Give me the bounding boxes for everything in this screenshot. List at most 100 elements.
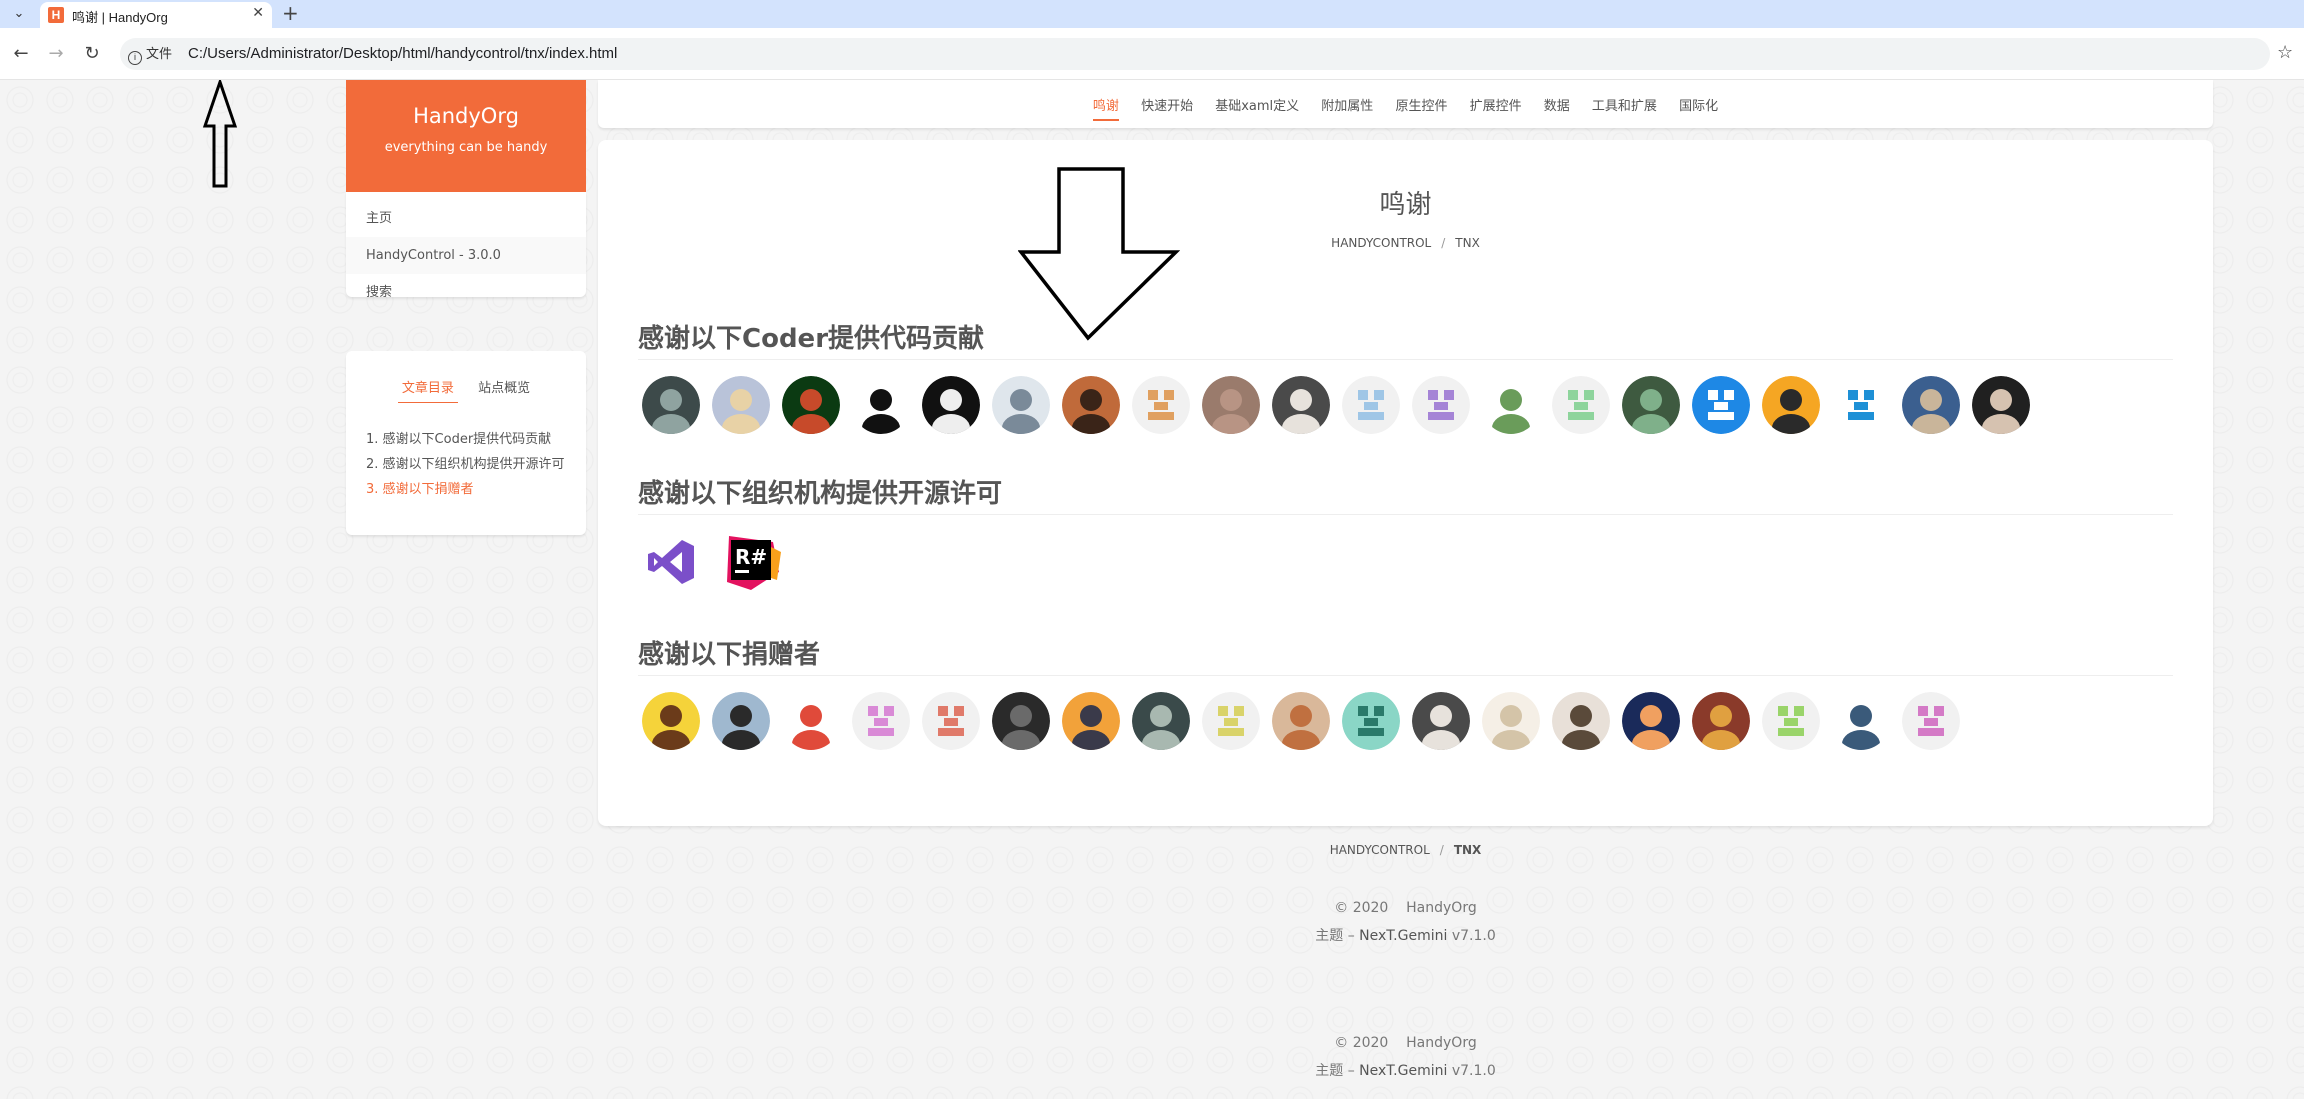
user-avatar[interactable] xyxy=(1272,692,1330,750)
address-bar[interactable]: i 文件 C:/Users/Administrator/Desktop/html/… xyxy=(120,38,2270,70)
breadcrumb: HANDYCONTROL / TNX xyxy=(598,236,2213,250)
brand-subtitle: everything can be handy xyxy=(384,140,548,155)
user-avatar[interactable] xyxy=(1902,692,1960,750)
theme-link[interactable]: NexT.Gemini xyxy=(1359,1063,1447,1079)
bookmark-star-icon[interactable]: ☆ xyxy=(2277,42,2293,63)
browser-toolbar: ← → ↻ i 文件 C:/Users/Administrator/Desktop… xyxy=(0,28,2304,80)
user-avatar[interactable] xyxy=(1832,692,1890,750)
resharper-logo-icon[interactable]: R# xyxy=(721,532,782,592)
user-avatar[interactable] xyxy=(1412,376,1470,434)
user-avatar[interactable] xyxy=(852,692,910,750)
user-avatar[interactable] xyxy=(642,376,700,434)
toc-list: 1. 感谢以下Coder提供代码贡献 2. 感谢以下组织机构提供开源许可 3. … xyxy=(366,427,571,502)
post-content: 鸣谢 HANDYCONTROL / TNX 感谢以下Coder提供代码贡献 感谢以下… xyxy=(598,140,2213,826)
user-avatar[interactable] xyxy=(1202,376,1260,434)
user-avatar[interactable] xyxy=(1342,692,1400,750)
theme-version: v7.1.0 xyxy=(1451,928,1496,944)
user-avatar[interactable] xyxy=(1902,376,1960,434)
user-avatar[interactable] xyxy=(1622,692,1680,750)
menu-item-home[interactable]: 主页 xyxy=(346,200,586,237)
theme-link[interactable]: NexT.Gemini xyxy=(1359,928,1447,944)
user-avatar[interactable] xyxy=(1482,376,1540,434)
brand-title: HandyOrg xyxy=(413,104,519,128)
nav-item-xaml[interactable]: 基础xaml定义 xyxy=(1215,95,1299,119)
user-avatar[interactable] xyxy=(1482,692,1540,750)
menu-item-search[interactable]: 搜索 xyxy=(346,274,586,311)
nav-item-extend[interactable]: 扩展控件 xyxy=(1470,95,1522,119)
copyright-year: © 2020 xyxy=(1334,900,1389,916)
tab-toc[interactable]: 文章目录 xyxy=(397,377,458,403)
site-info-chip[interactable]: i 文件 xyxy=(128,44,172,65)
user-avatar[interactable] xyxy=(1132,376,1190,434)
user-avatar[interactable] xyxy=(1062,692,1120,750)
nav-item-native[interactable]: 原生控件 xyxy=(1395,95,1447,119)
top-nav: 鸣谢 快速开始 基础xaml定义 附加属性 原生控件 扩展控件 数据 工具和扩展… xyxy=(598,80,2213,128)
user-avatar[interactable] xyxy=(1552,376,1610,434)
user-avatar[interactable] xyxy=(1342,376,1400,434)
theme-prefix: 主题 – xyxy=(1315,928,1355,944)
nav-item-tnx[interactable]: 鸣谢 xyxy=(1092,95,1119,121)
nav-item-i18n[interactable]: 国际化 xyxy=(1679,95,1718,119)
user-avatar[interactable] xyxy=(1762,692,1820,750)
tab-search-icon[interactable]: ⌄ xyxy=(8,4,30,24)
toc-item[interactable]: 1. 感谢以下Coder提供代码贡献 xyxy=(366,427,571,452)
section-heading-coders: 感谢以下Coder提供代码贡献 xyxy=(638,318,2173,360)
toc-panel: 文章目录 站点概览 1. 感谢以下Coder提供代码贡献 2. 感谢以下组织机构… xyxy=(346,351,586,535)
toc-item[interactable]: 2. 感谢以下组织机构提供开源许可 xyxy=(366,452,571,477)
user-avatar[interactable] xyxy=(1062,376,1120,434)
section-heading-orgs: 感谢以下组织机构提供开源许可 xyxy=(638,473,2173,515)
new-tab-icon[interactable]: + xyxy=(282,2,299,24)
user-avatar[interactable] xyxy=(852,376,910,434)
nav-item-quickstart[interactable]: 快速开始 xyxy=(1141,95,1193,119)
user-avatar[interactable] xyxy=(1692,376,1750,434)
user-avatar[interactable] xyxy=(1972,376,2030,434)
user-avatar[interactable] xyxy=(992,692,1050,750)
tab-overview[interactable]: 站点概览 xyxy=(474,377,534,402)
user-avatar[interactable] xyxy=(922,376,980,434)
user-avatar[interactable] xyxy=(712,376,770,434)
user-avatar[interactable] xyxy=(1412,692,1470,750)
user-avatar[interactable] xyxy=(992,376,1050,434)
visual-studio-logo-icon[interactable] xyxy=(642,532,700,592)
user-avatar[interactable] xyxy=(712,692,770,750)
breadcrumb-item[interactable]: HANDYCONTROL xyxy=(1331,236,1431,250)
back-icon[interactable]: ← xyxy=(9,42,33,66)
footer-breadcrumb: HANDYCONTROL / TNX xyxy=(598,843,2213,857)
nav-item-attached[interactable]: 附加属性 xyxy=(1321,95,1373,119)
breadcrumb-item[interactable]: HANDYCONTROL xyxy=(1330,843,1430,857)
tab-title: 鸣谢 | HandyOrg xyxy=(72,10,168,25)
breadcrumb-item: TNX xyxy=(1453,843,1482,857)
user-avatar[interactable] xyxy=(1552,692,1610,750)
nav-item-data[interactable]: 数据 xyxy=(1544,95,1570,119)
user-avatar[interactable] xyxy=(1832,376,1890,434)
menu-item-version[interactable]: HandyControl - 3.0.0 xyxy=(346,237,586,274)
arrow-up-annotation xyxy=(202,80,238,188)
user-avatar[interactable] xyxy=(782,376,840,434)
url-text[interactable]: C:/Users/Administrator/Desktop/html/hand… xyxy=(188,44,617,64)
browser-tab[interactable]: H 鸣谢 | HandyOrg ✕ xyxy=(40,2,272,28)
org-logos: R# xyxy=(642,532,795,590)
user-avatar[interactable] xyxy=(1202,692,1260,750)
resharper-logo-text: R# xyxy=(735,545,767,569)
footer-copyright: © 2020 HandyOrg 主题 – NexT.Gemini v7.1.0 xyxy=(598,894,2213,950)
user-avatar[interactable] xyxy=(1692,692,1750,750)
user-avatar[interactable] xyxy=(1622,376,1680,434)
favicon-icon: H xyxy=(48,7,64,23)
toc-item[interactable]: 3. 感谢以下捐赠者 xyxy=(366,477,571,502)
donor-avatars xyxy=(642,692,1972,750)
reload-icon[interactable]: ↻ xyxy=(80,42,104,66)
user-avatar[interactable] xyxy=(1272,376,1330,434)
page-title: 鸣谢 xyxy=(1379,190,1432,220)
toc-tabs: 文章目录 站点概览 xyxy=(346,377,586,403)
user-avatar[interactable] xyxy=(1762,376,1820,434)
forward-icon[interactable]: → xyxy=(44,42,68,66)
site-brand[interactable]: HandyOrg everything can be handy xyxy=(346,80,586,192)
tab-close-icon[interactable]: ✕ xyxy=(252,5,264,21)
nav-item-tools[interactable]: 工具和扩展 xyxy=(1592,95,1657,119)
user-avatar[interactable] xyxy=(922,692,980,750)
user-avatar[interactable] xyxy=(642,692,700,750)
user-avatar[interactable] xyxy=(1132,692,1190,750)
user-avatar[interactable] xyxy=(782,692,840,750)
breadcrumb-separator: / xyxy=(1439,843,1444,857)
breadcrumb-item: TNX xyxy=(1455,236,1480,250)
